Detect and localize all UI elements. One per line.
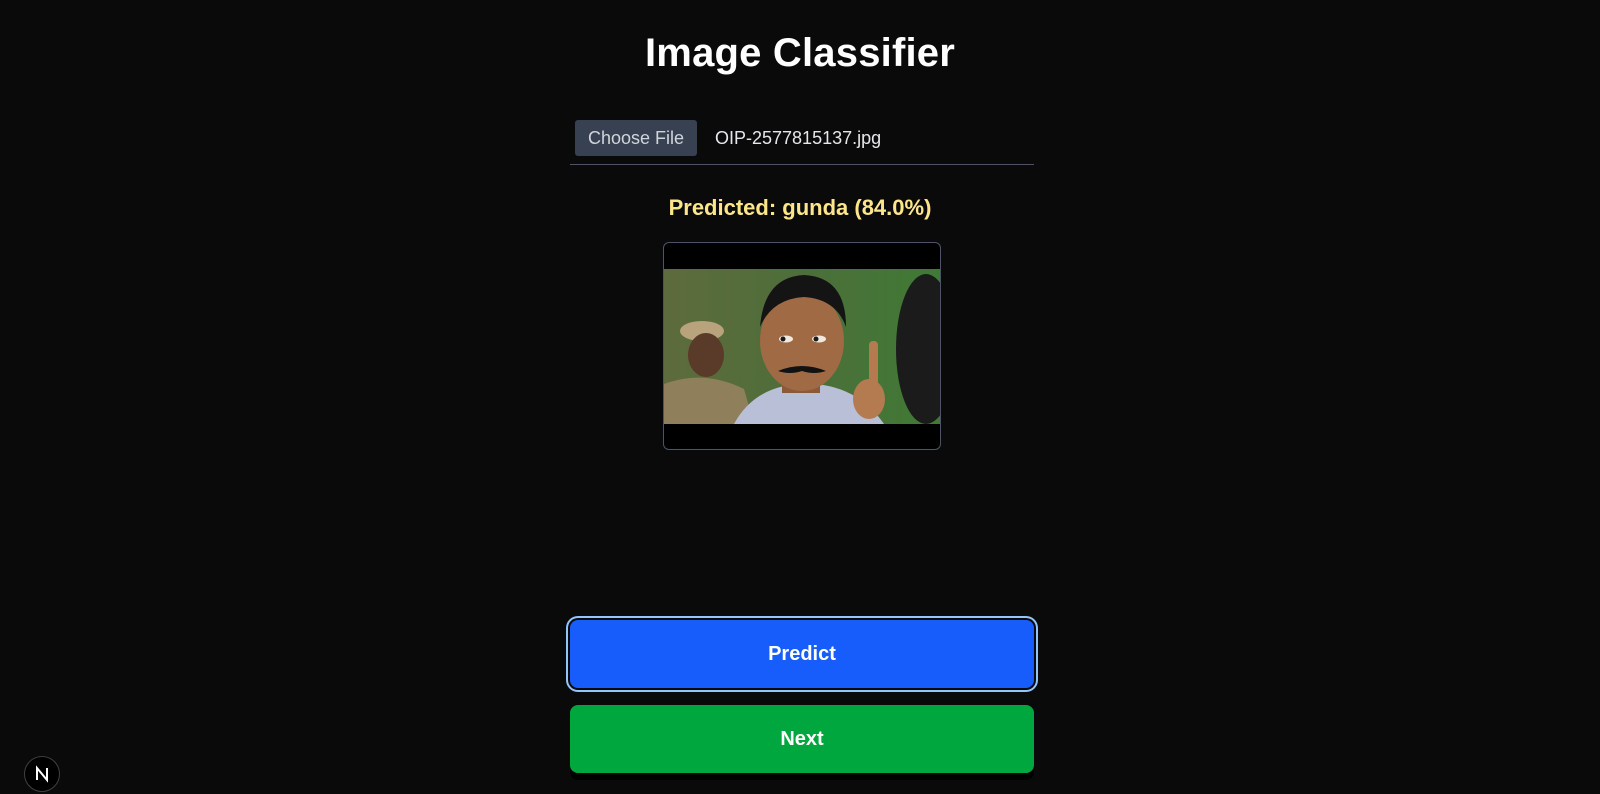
choose-file-button[interactable]: Choose File [575, 120, 697, 156]
predict-button[interactable]: Predict [570, 620, 1034, 688]
file-input[interactable]: Choose File OIP-2577815137.jpg [570, 120, 1034, 165]
nextjs-dev-badge[interactable] [24, 756, 60, 792]
selected-file-name: OIP-2577815137.jpg [715, 128, 882, 148]
nextjs-n-icon [36, 765, 48, 783]
next-button[interactable]: Next [570, 705, 1034, 773]
app-root: Image Classifier Choose File OIP-2577815… [0, 0, 1600, 794]
image-preview [663, 242, 941, 450]
preview-photo [664, 269, 940, 424]
page-title: Image Classifier [644, 31, 956, 75]
prediction-result: Predicted: gunda (84.0%) [668, 195, 932, 220]
